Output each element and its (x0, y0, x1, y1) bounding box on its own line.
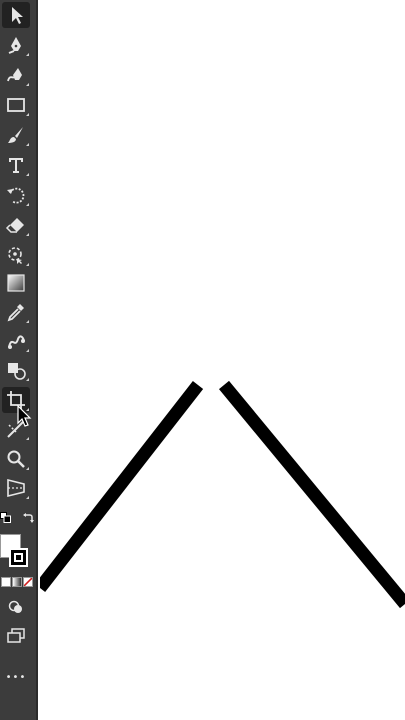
tool-flyout-indicator (26, 53, 29, 56)
color-mode-button[interactable] (1, 577, 11, 587)
perspective-icon (7, 478, 25, 498)
selection-arrow-icon (12, 7, 23, 24)
selection-tool[interactable] (2, 2, 30, 28)
tool-flyout-indicator (26, 496, 29, 499)
shape-builder-tool[interactable] (2, 357, 30, 383)
illustrator-window: ••• (0, 0, 405, 720)
left-stroke-path[interactable] (40, 381, 204, 592)
shape-builder-icon (8, 363, 26, 380)
tool-flyout-indicator (26, 349, 29, 352)
tool-flyout-indicator (26, 437, 29, 440)
draw-mode-icon (8, 600, 22, 613)
color-mode-buttons (0, 577, 36, 589)
gradient-mode-button[interactable] (12, 577, 22, 587)
type-icon (9, 158, 23, 173)
perspective-grid-tool[interactable] (2, 475, 30, 501)
eraser-tool[interactable] (2, 212, 30, 238)
edit-toolbar-button[interactable]: ••• (2, 664, 30, 690)
gradient-icon (7, 274, 25, 292)
curvature-pen-icon (7, 68, 22, 82)
tool-flyout-indicator (26, 378, 29, 381)
tools-panel: ••• (0, 0, 38, 720)
draw-mode-button[interactable] (2, 594, 30, 620)
default-colors-icon[interactable] (0, 512, 11, 523)
more-tools-icon: ••• (5, 671, 27, 683)
eraser-icon (5, 218, 24, 233)
puppet-warp-icon (8, 247, 22, 264)
tool-flyout-indicator (26, 467, 29, 470)
screen-mode-icon (7, 628, 25, 643)
none-mode-button[interactable] (23, 577, 33, 587)
tool-flyout-indicator (26, 320, 29, 323)
artwork (40, 380, 405, 609)
paintbrush-tool[interactable] (2, 122, 30, 148)
tool-flyout-indicator (26, 233, 29, 236)
tool-flyout-indicator (26, 203, 29, 206)
eyedropper-icon (7, 304, 24, 322)
tool-flyout-indicator (26, 173, 29, 176)
puppet-warp-tool[interactable] (2, 242, 30, 268)
pen-icon (8, 37, 21, 54)
mouse-cursor-icon (17, 405, 32, 427)
right-stroke-path[interactable] (218, 380, 405, 609)
curvature-tool[interactable] (2, 62, 30, 88)
fill-stroke-controls (0, 507, 38, 577)
rotate-tool[interactable] (2, 182, 30, 208)
tool-flyout-indicator (26, 143, 29, 146)
tool-flyout-indicator (26, 83, 29, 86)
stroke-swatch[interactable] (9, 548, 28, 567)
blend-tool[interactable] (2, 328, 30, 354)
type-tool[interactable] (2, 152, 30, 178)
pen-tool[interactable] (2, 32, 30, 58)
eyedropper-tool[interactable] (2, 299, 30, 325)
blend-icon (8, 335, 25, 349)
rectangle-tool[interactable] (2, 92, 30, 118)
rectangle-icon (7, 98, 25, 112)
screen-mode-button[interactable] (2, 623, 30, 649)
paintbrush-icon (8, 127, 23, 143)
artboard-canvas[interactable] (40, 0, 405, 720)
tool-flyout-indicator (26, 263, 29, 266)
zoom-icon (7, 450, 25, 468)
tool-flyout-indicator (26, 113, 29, 116)
gradient-tool[interactable] (2, 270, 30, 296)
rotate-icon (7, 187, 25, 204)
zoom-tool[interactable] (2, 446, 30, 472)
swap-colors-icon[interactable] (22, 512, 34, 524)
